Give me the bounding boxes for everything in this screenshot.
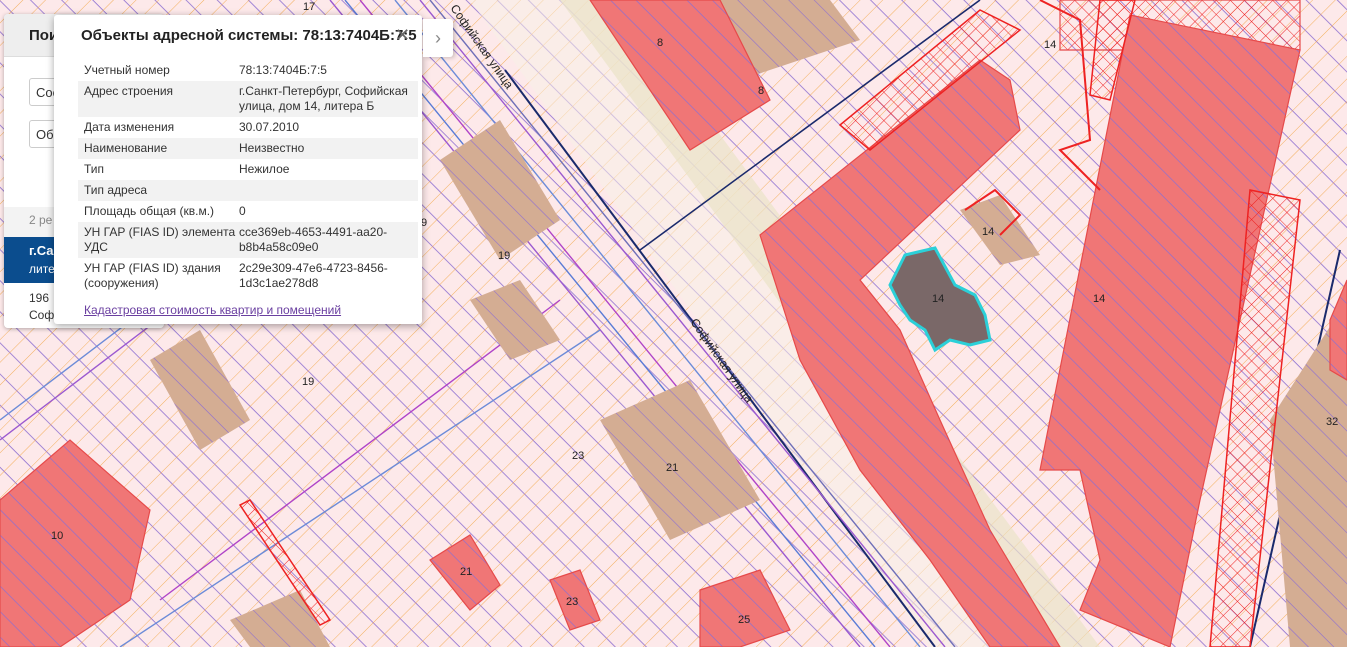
map-label: 19 xyxy=(302,376,314,388)
row-key: Наименование xyxy=(84,141,168,155)
map-label: 21 xyxy=(666,462,678,474)
map-label: 14 xyxy=(982,226,994,238)
map-label: 23 xyxy=(566,596,578,608)
map-label: 14 xyxy=(1093,293,1105,305)
map-label: 8 xyxy=(657,37,663,49)
popup-title: Объекты адресной системы: 78:13:7404Б:7:… xyxy=(81,27,417,44)
map-label: 23 xyxy=(572,450,584,462)
table-row: Тип Нежилое xyxy=(78,159,418,180)
map-label: 10 xyxy=(51,530,63,542)
table-row: УН ГАР (FIAS ID) здания (сооружения) 2c29… xyxy=(78,258,418,294)
result-subtitle: лите xyxy=(29,262,55,276)
row-value: г.Санкт-Петербург, Софийская улица, дом … xyxy=(239,84,408,113)
row-value: 2c29e309-47e6-4723-8456-1d3c1ae278d8 xyxy=(239,261,388,290)
map-label: 19 xyxy=(498,250,510,262)
close-icon[interactable]: ✕ xyxy=(395,25,410,45)
attributes-table: Учетный номер 78:13:7404Б:7:5 Адрес строе… xyxy=(78,60,418,294)
table-row: Дата изменения 30.07.2010 xyxy=(78,117,418,138)
row-key: Учетный номер xyxy=(84,63,170,77)
table-row: Адрес строения г.Санкт-Петербург, Софийск… xyxy=(78,81,418,117)
table-row: УН ГАР (FIAS ID) элемента УДС cce369eb-46… xyxy=(78,222,418,258)
row-value: Нежилое xyxy=(239,162,290,176)
row-value: Неизвестно xyxy=(239,141,305,155)
row-key: Адрес строения xyxy=(84,84,174,98)
info-popup: Объекты адресной системы: 78:13:7404Б:7:… xyxy=(54,15,453,324)
row-key: УН ГАР (FIAS ID) здания (сооружения) xyxy=(84,261,221,290)
map-label: 21 xyxy=(460,566,472,578)
table-row: Тип адреса xyxy=(78,180,418,201)
row-key: Тип адреса xyxy=(84,183,148,197)
row-value: 30.07.2010 xyxy=(239,120,300,134)
table-row: Площадь общая (кв.м.) 0 xyxy=(78,201,418,222)
row-key: УН ГАР (FIAS ID) элемента УДС xyxy=(84,225,236,254)
map-label: 14 xyxy=(1044,39,1056,51)
row-key: Тип xyxy=(84,162,105,176)
map-label: 32 xyxy=(1326,416,1338,428)
result-title: 196 xyxy=(29,291,50,305)
row-value xyxy=(239,183,412,198)
chevron-right-icon[interactable]: › xyxy=(423,19,453,57)
cadastral-value-link[interactable]: Кадастровая стоимость квартир и помещени… xyxy=(84,303,341,317)
map-label: 14 xyxy=(932,293,944,305)
map-label: 8 xyxy=(758,85,764,97)
row-key: Площадь общая (кв.м.) xyxy=(84,204,215,218)
table-row: Наименование Неизвестно xyxy=(78,138,418,159)
table-row: Учетный номер 78:13:7404Б:7:5 xyxy=(78,60,418,81)
results-count: 2 ре xyxy=(29,213,53,227)
result-subtitle: Соф xyxy=(29,308,55,322)
row-value: 78:13:7404Б:7:5 xyxy=(239,63,327,77)
row-key: Дата изменения xyxy=(84,120,175,134)
map-label: 17 xyxy=(303,1,315,13)
row-value: 0 xyxy=(239,204,246,218)
map-label: 25 xyxy=(738,614,750,626)
result-title: г.Са xyxy=(29,243,54,258)
row-value: cce369eb-4653-4491-aa20-b8b4a58c09e0 xyxy=(239,225,388,254)
